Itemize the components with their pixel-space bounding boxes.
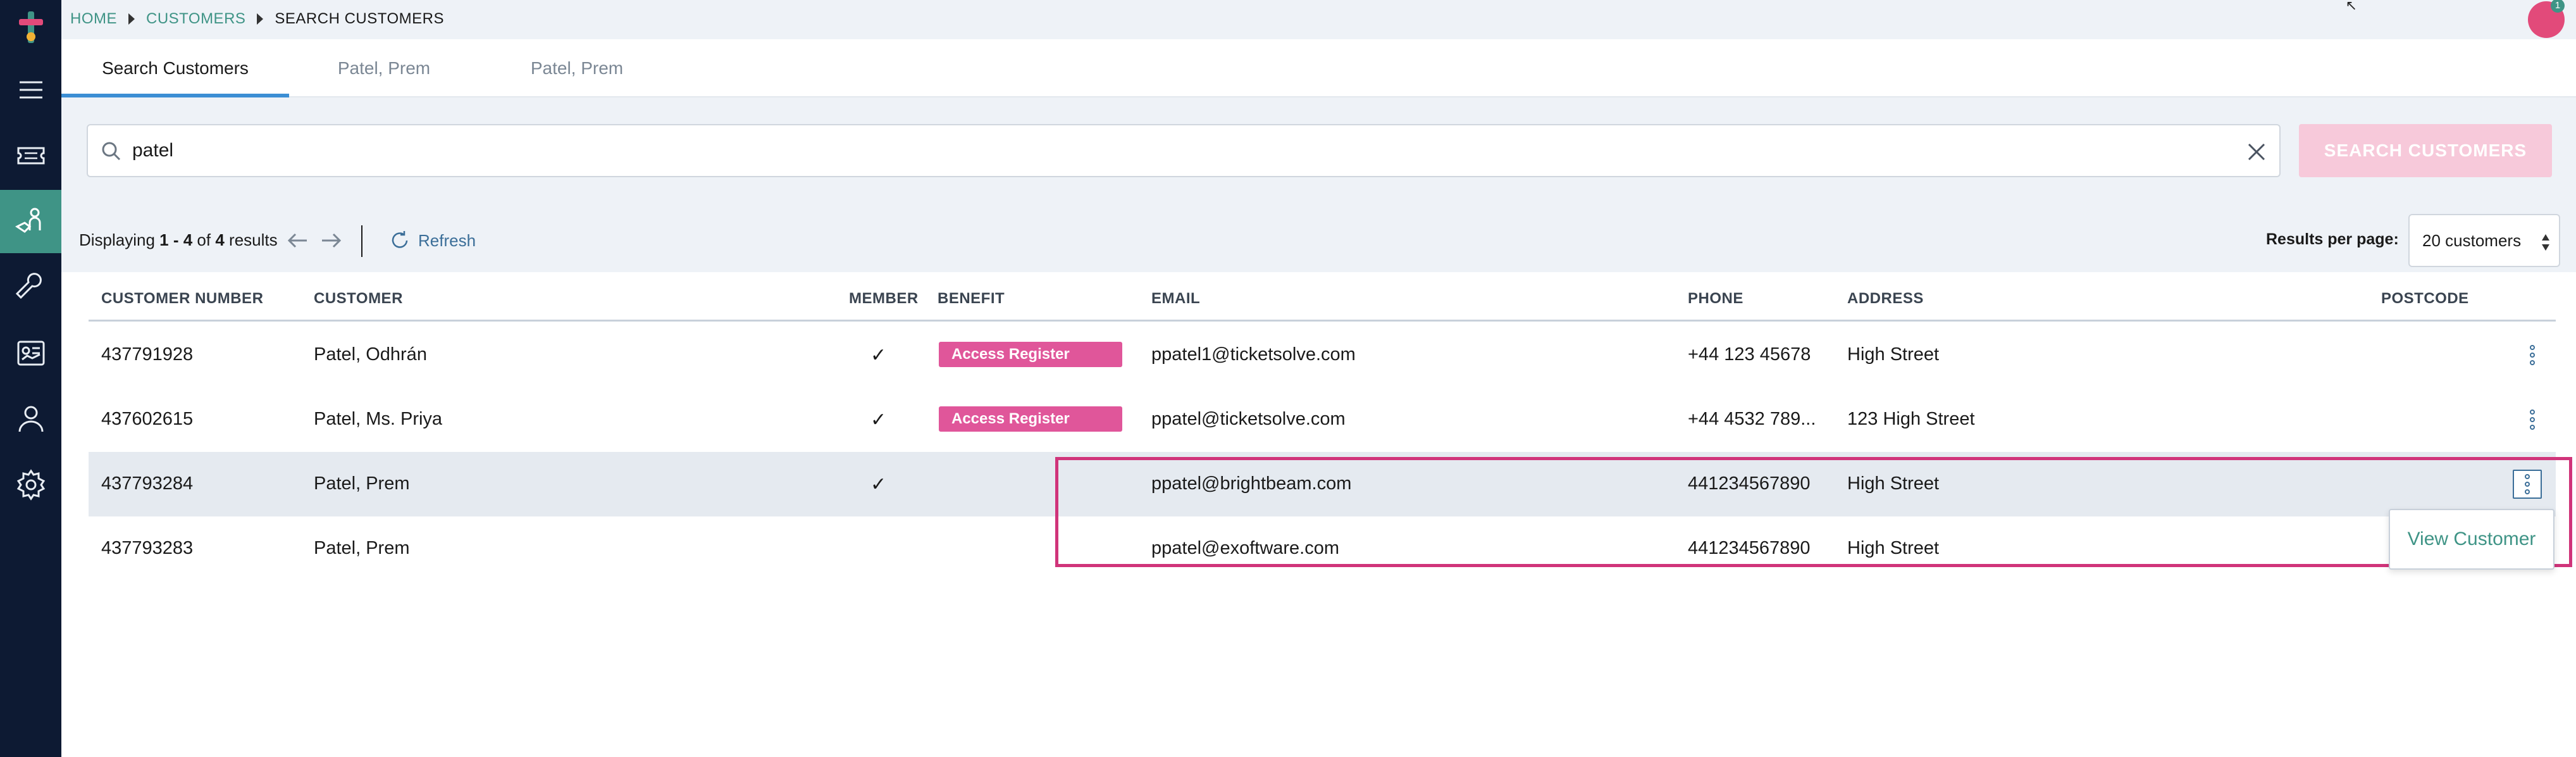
menu-icon[interactable]	[0, 58, 61, 122]
tab-search-customers[interactable]: Search Customers	[61, 39, 289, 97]
refresh-button[interactable]: Refresh	[389, 225, 476, 256]
table-row[interactable]: 437791928 Patel, Odhrán ✓ Access Registe…	[89, 323, 2556, 387]
header-member[interactable]: MEMBER	[849, 290, 919, 308]
top-bar: HOME CUSTOMERS SEARCH CUSTOMERS ↖ 1	[61, 0, 2576, 39]
cell-customer-number: 437793283	[101, 538, 194, 558]
view-customer-menu-item[interactable]: View Customer	[2408, 529, 2536, 550]
header-email[interactable]: EMAIL	[1151, 290, 1200, 308]
header-customer[interactable]: CUSTOMER	[314, 290, 403, 308]
cell-customer: Patel, Prem	[314, 473, 410, 494]
header-address[interactable]: ADDRESS	[1847, 290, 1924, 308]
results-per-page-value: 20 customers	[2422, 230, 2522, 250]
cell-phone: +44 4532 789...	[1688, 409, 1816, 429]
refresh-label: Refresh	[418, 230, 476, 250]
breadcrumb-separator-icon	[128, 13, 135, 25]
header-postcode[interactable]: POSTCODE	[2381, 290, 2469, 308]
row-actions-icon[interactable]	[2518, 341, 2547, 370]
breadcrumb: HOME CUSTOMERS SEARCH CUSTOMERS	[70, 10, 444, 28]
breadcrumb-customers[interactable]: CUSTOMERS	[146, 10, 245, 28]
refresh-icon	[392, 231, 408, 248]
tab-customer-patel-prem-2[interactable]: Patel, Prem	[479, 39, 675, 97]
user-icon[interactable]	[0, 387, 61, 451]
search-icon	[102, 142, 121, 161]
cell-email: ppatel@ticketsolve.com	[1151, 409, 1346, 429]
previous-page-icon[interactable]	[284, 227, 312, 254]
results-per-page-select[interactable]: 20 customers	[2408, 214, 2560, 267]
ticket-icon[interactable]	[0, 124, 61, 187]
tab-customer-patel-prem-1[interactable]: Patel, Prem	[289, 39, 479, 97]
table-header: CUSTOMER NUMBER CUSTOMER MEMBER BENEFIT …	[89, 272, 2556, 322]
row-actions-icon[interactable]	[2518, 405, 2547, 434]
results-per-page-label: Results per page:	[2266, 230, 2399, 248]
clear-search-icon[interactable]	[2244, 139, 2269, 165]
cell-customer-number: 437602615	[101, 409, 194, 429]
results-bar: Displaying 1 - 4 of 4 results Refresh Re…	[61, 209, 2576, 272]
search-box	[87, 124, 2281, 177]
cell-customer: Patel, Odhrán	[314, 344, 427, 365]
cell-address: High Street	[1847, 344, 1940, 365]
table-row[interactable]: 437602615 Patel, Ms. Priya ✓ Access Regi…	[89, 387, 2556, 452]
wrench-icon[interactable]	[0, 256, 61, 319]
cell-address: 123 High Street	[1847, 409, 1975, 429]
header-phone[interactable]: PHONE	[1688, 290, 1743, 308]
cell-customer: Patel, Prem	[314, 538, 410, 558]
reports-icon[interactable]	[0, 322, 61, 385]
app-logo[interactable]	[14, 9, 48, 46]
member-check-icon: ✓	[870, 410, 887, 430]
select-arrows-icon	[2542, 234, 2549, 251]
tab-bar: Search Customers Patel, Prem Patel, Prem	[61, 39, 2576, 97]
cell-customer-number: 437793284	[101, 473, 194, 494]
gear-icon[interactable]	[0, 453, 61, 516]
highlight-annotation	[1055, 457, 2572, 567]
cell-customer-number: 437791928	[101, 344, 194, 365]
member-check-icon: ✓	[870, 474, 887, 495]
breadcrumb-home[interactable]: HOME	[70, 10, 117, 28]
customers-icon[interactable]	[0, 190, 61, 253]
search-customers-button[interactable]: SEARCH CUSTOMERS	[2299, 124, 2552, 177]
benefit-badge: Access Register	[939, 342, 1122, 367]
breadcrumb-separator-icon	[257, 13, 264, 25]
member-check-icon: ✓	[870, 345, 887, 366]
cell-customer: Patel, Ms. Priya	[314, 409, 443, 429]
row-actions-menu: View Customer	[2389, 509, 2554, 570]
header-customer-number[interactable]: CUSTOMER NUMBER	[101, 290, 263, 308]
cell-email: ppatel1@ticketsolve.com	[1151, 344, 1356, 365]
notification-count-badge: 1	[2551, 0, 2565, 13]
divider	[361, 225, 362, 257]
breadcrumb-current: SEARCH CUSTOMERS	[275, 10, 444, 27]
sidebar	[0, 0, 61, 757]
next-page-icon[interactable]	[317, 227, 345, 254]
notifications-button[interactable]: 1	[2528, 0, 2565, 38]
cell-phone: +44 123 45678	[1688, 344, 1811, 365]
search-area: SEARCH CUSTOMERS	[61, 97, 2576, 209]
mouse-cursor-icon: ↖	[2345, 0, 2357, 13]
benefit-badge: Access Register	[939, 406, 1122, 432]
results-summary: Displaying 1 - 4 of 4 results	[79, 230, 278, 249]
header-benefit[interactable]: BENEFIT	[938, 290, 1005, 308]
search-input[interactable]	[132, 134, 2220, 167]
